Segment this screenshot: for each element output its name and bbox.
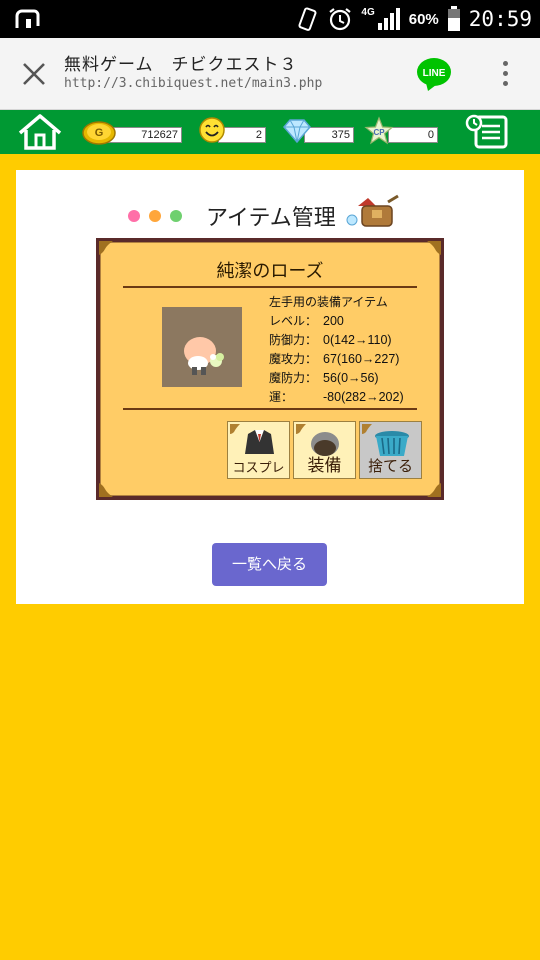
corner-ornament-icon: [99, 483, 113, 497]
battery-icon: [447, 6, 460, 31]
network-type: 4G: [361, 6, 375, 18]
signal-icon: [377, 8, 400, 30]
item-stats: 左手用の装備アイテム レベル： 200 防御力： 0(142→110) 魔攻力： 67…: [269, 293, 404, 407]
browser-toolbar: 無料ゲーム チビクエスト３ http://3.chibiquest.net/ma…: [0, 38, 540, 110]
item-name: 純潔のローズ: [216, 261, 324, 282]
smiley-icon: [199, 117, 225, 143]
cp-icon-label: CP: [373, 128, 385, 137]
equip-button[interactable]: 装備: [293, 421, 356, 479]
alarm-icon: [329, 8, 352, 31]
cp-value: 0: [388, 127, 438, 143]
cast-icon: [15, 9, 40, 28]
item-type: 左手用の装備アイテム: [269, 295, 388, 309]
cp-star-icon: CP: [364, 116, 394, 145]
overflow-menu-icon[interactable]: [498, 58, 512, 88]
stat-luck: 運： -80(282→202): [269, 390, 404, 404]
divider: [123, 286, 417, 288]
diamond-stat: 375: [282, 119, 354, 144]
page-title: アイテム管理: [206, 206, 336, 231]
menu-list-icon[interactable]: [464, 113, 510, 151]
smile-stat: 2: [198, 117, 268, 144]
status-bar: 4G 60% 20:59: [0, 0, 540, 38]
gold-coin-icon: G: [82, 121, 116, 145]
title-dots-icon: [128, 210, 182, 222]
line-share-label: LINE: [423, 68, 446, 79]
divider: [123, 408, 417, 410]
close-icon[interactable]: [20, 60, 48, 88]
cp-stat: 0 CP: [364, 116, 440, 145]
cosplay-button[interactable]: コスプレ: [227, 421, 290, 479]
item-card-body: 純潔のローズ 左手用の装備アイテム レベル： 200 防御力： 0(142→110)…: [99, 241, 441, 497]
item-bag-icon: [346, 194, 399, 227]
line-share-icon[interactable]: LINE: [416, 56, 452, 92]
stat-magic-attack: 魔攻力： 67(160→227): [269, 352, 400, 366]
back-to-list-button[interactable]: 一覧へ戻る: [212, 543, 327, 586]
corner-ornament-icon: [427, 483, 441, 497]
clock: 20:59: [468, 7, 532, 31]
discard-button[interactable]: 捨てる: [359, 421, 422, 479]
status-icons: 4G 60% 20:59: [295, 0, 532, 38]
cosplay-label: コスプレ: [232, 461, 285, 476]
diamond-icon: [283, 119, 311, 144]
discard-label: 捨てる: [367, 457, 413, 475]
gold-icon-label: G: [95, 127, 104, 139]
stat-defense: 防御力： 0(142→110): [269, 333, 392, 347]
vibrate-icon: [298, 7, 317, 31]
item-card: 純潔のローズ 左手用の装備アイテム レベル： 200 防御力： 0(142→110)…: [96, 238, 444, 500]
gold-stat: 712627 G: [82, 120, 184, 145]
game-header: 712627 G 2 375 0 CP: [0, 110, 540, 154]
home-icon[interactable]: [16, 113, 64, 151]
item-image: [162, 307, 242, 387]
browser-page-title: 無料ゲーム チビクエスト３: [64, 55, 298, 75]
browser-url[interactable]: http://3.chibiquest.net/main3.php: [64, 76, 322, 91]
battery-percent: 60%: [408, 10, 439, 28]
chibi-character-icon: [184, 337, 224, 375]
item-management-panel: アイテム管理 純潔のローズ 左手用の装備アイテム レベル： 200 防御力： 0…: [16, 170, 524, 604]
stat-magic-defense: 魔防力： 56(0→56): [269, 371, 379, 385]
stat-level: レベル： 200: [269, 314, 344, 328]
equip-label: 装備: [307, 456, 342, 476]
